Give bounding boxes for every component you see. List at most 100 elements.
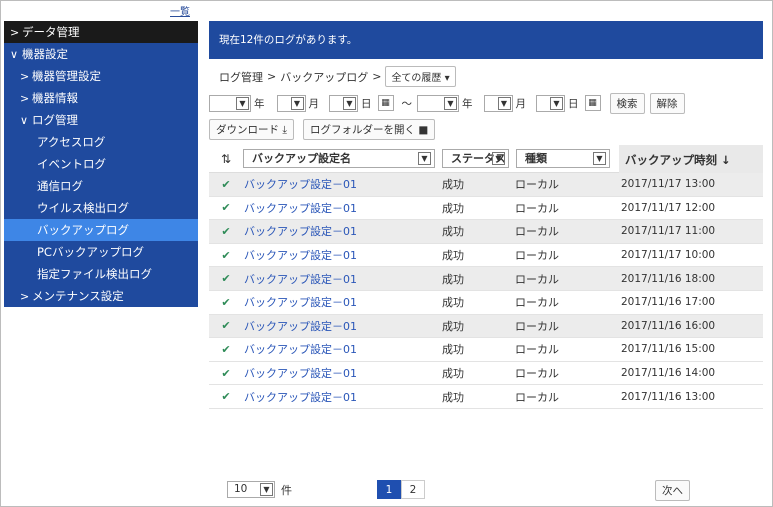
table-row[interactable]: ✔ バックアップ設定－01 成功 ローカル 2017/11/17 11:00 [209,220,763,244]
chevron-down-icon: ∨ [20,114,29,127]
download-button[interactable]: ダウンロード ⤓ [209,119,294,140]
from-month-unit: 月 [308,97,320,110]
check-icon: ✔ [221,201,231,215]
breadcrumb-log-mgmt[interactable]: ログ管理 [219,69,263,85]
table-row[interactable]: ✔ バックアップ設定－01 成功 ローカル 2017/11/16 17:00 [209,291,763,315]
backup-setting-name-link[interactable]: バックアップ設定－01 [243,341,442,357]
page-size-control: 10 ▼ 件 [227,481,292,498]
calendar-icon[interactable]: ▦ [377,95,394,111]
sidebar-item-comm-log[interactable]: 通信ログ [4,175,198,197]
breadcrumb-separator: > [267,70,277,83]
check-icon: ✔ [221,390,231,404]
check-icon: ✔ [221,248,231,262]
sidebar-item-device-settings[interactable]: ∨ 機器設定 [4,43,198,65]
from-day-unit: 日 [361,97,372,110]
check-icon: ✔ [221,272,231,286]
backup-setting-name-link[interactable]: バックアップ設定－01 [243,223,442,239]
breadcrumb: ログ管理 > バックアップログ > 全ての履歴 ▾ [219,66,456,87]
check-icon: ✔ [221,319,231,333]
to-year-unit: 年 [462,97,473,110]
chevron-down-icon: ▼ [290,96,304,110]
to-year-select[interactable]: ▼ [417,94,459,112]
page-button-2[interactable]: 2 [401,480,425,499]
column-filter-kind[interactable]: 種類 ▼ [516,149,610,168]
from-month-select[interactable]: ▼ [276,94,306,112]
to-month-select[interactable]: ▼ [483,94,513,112]
status-cell: 成功 [442,367,464,381]
sidebar-item-device-mgmt-settings[interactable]: > 機器管理設定 [4,65,198,87]
table-row[interactable]: ✔ バックアップ設定－01 成功 ローカル 2017/11/17 10:00 [209,244,763,268]
next-page-button[interactable]: 次へ [655,480,690,501]
column-filter-name[interactable]: バックアップ設定名 ▼ [243,149,435,168]
time-cell: 2017/11/16 14:00 [621,367,716,380]
time-cell: 2017/11/16 16:00 [621,319,716,332]
list-link[interactable]: 一覧 [170,3,190,18]
date-filter-row: ▼ 年 ▼ 月 ▼ 日 ▦ ～ ▼ 年 ▼ 月 ▼ 日 ▦ 検索 解除 [209,92,685,114]
sidebar-item-virus-log[interactable]: ウイルス検出ログ [4,197,198,219]
status-cell: 成功 [442,343,464,357]
time-cell: 2017/11/17 13:00 [621,178,716,191]
log-table: ⇅ バックアップ設定名 ▼ ステータス ▼ 種類 ▼ バックアップ時刻 ↓ ✔ バックア… [209,144,763,409]
clear-button[interactable]: 解除 [649,92,685,114]
table-row[interactable]: ✔ バックアップ設定－01 成功 ローカル 2017/11/17 12:00 [209,197,763,221]
breadcrumb-backup-log: バックアップログ [280,70,369,84]
table-row[interactable]: ✔ バックアップ設定－01 成功 ローカル 2017/11/16 15:00 [209,338,763,362]
column-header-time[interactable]: バックアップ時刻 ↓ [619,144,763,173]
table-row[interactable]: ✔ バックアップ設定－01 成功 ローカル 2017/11/16 18:00 [209,267,763,291]
from-day-select[interactable]: ▼ [329,94,358,112]
time-cell: 2017/11/16 13:00 [621,390,716,403]
status-cell: 成功 [442,296,464,310]
search-button[interactable]: 検索 [609,92,645,114]
page-size-value: 10 [234,483,248,495]
column-filter-status[interactable]: ステータス ▼ [442,149,509,168]
status-cell: 成功 [442,178,464,192]
chevron-down-icon: ▼ [418,152,431,165]
sidebar-item-log-mgmt[interactable]: ∨ ログ管理 [4,109,198,131]
chevron-right-icon: > [20,92,30,105]
backup-setting-name-link[interactable]: バックアップ設定－01 [243,247,442,263]
sidebar-item-file-detect-log[interactable]: 指定ファイル検出ログ [4,263,198,285]
backup-setting-name-link[interactable]: バックアップ設定－01 [243,176,442,192]
kind-cell: ローカル [515,367,559,381]
to-day-unit: 日 [568,97,579,110]
sidebar-item-pc-backup-log[interactable]: PCバックアップログ [4,241,198,263]
range-tilde: ～ [401,97,413,110]
page-size-select[interactable]: 10 ▼ [227,481,275,498]
sort-toggle-icon[interactable]: ⇅ [209,152,243,166]
log-count-banner: 現在12件のログがあります。 [209,21,763,59]
column-header-name: バックアップ設定名 [252,152,351,165]
backup-setting-name-link[interactable]: バックアップ設定－01 [243,389,442,405]
sidebar-item-maintenance[interactable]: > メンテナンス設定 [4,285,198,307]
backup-setting-name-link[interactable]: バックアップ設定－01 [243,294,442,310]
backup-setting-name-link[interactable]: バックアップ設定－01 [243,200,442,216]
to-day-select[interactable]: ▼ [536,94,565,112]
table-row[interactable]: ✔ バックアップ設定－01 成功 ローカル 2017/11/17 13:00 [209,173,763,197]
table-row[interactable]: ✔ バックアップ設定－01 成功 ローカル 2017/11/16 13:00 [209,385,763,409]
kind-cell: ローカル [515,343,559,357]
download-label: ダウンロード [216,124,279,136]
page-button-1[interactable]: 1 [377,480,401,499]
table-row[interactable]: ✔ バックアップ設定－01 成功 ローカル 2017/11/16 14:00 [209,362,763,386]
sidebar-item-event-log[interactable]: イベントログ [4,153,198,175]
table-row[interactable]: ✔ バックアップ設定－01 成功 ローカル 2017/11/16 16:00 [209,314,763,339]
open-log-folder-button[interactable]: ログフォルダーを開く ■ [303,119,436,140]
check-icon: ✔ [221,366,231,380]
kind-cell: ローカル [515,296,559,310]
check-icon: ✔ [221,224,231,238]
calendar-icon[interactable]: ▦ [584,95,601,111]
sidebar-item-access-log[interactable]: アクセスログ [4,131,198,153]
check-icon: ✔ [221,177,231,191]
sidebar-item-device-info[interactable]: > 機器情報 [4,87,198,109]
pagination: 1 2 [377,480,425,499]
backup-setting-name-link[interactable]: バックアップ設定－01 [243,365,442,381]
sidebar-item-data-mgmt[interactable]: > データ管理 [4,21,198,43]
history-filter-dropdown[interactable]: 全ての履歴 ▾ [385,66,456,87]
backup-setting-name-link[interactable]: バックアップ設定－01 [243,271,442,287]
sidebar-item-backup-log[interactable]: バックアップログ [4,219,198,241]
open-folder-label: ログフォルダーを開く [310,124,415,136]
kind-cell: ローカル [515,225,559,239]
backup-setting-name-link[interactable]: バックアップ設定－01 [243,318,442,334]
from-year-select[interactable]: ▼ [209,94,251,112]
time-cell: 2017/11/17 11:00 [621,225,716,238]
status-cell: 成功 [442,272,464,286]
